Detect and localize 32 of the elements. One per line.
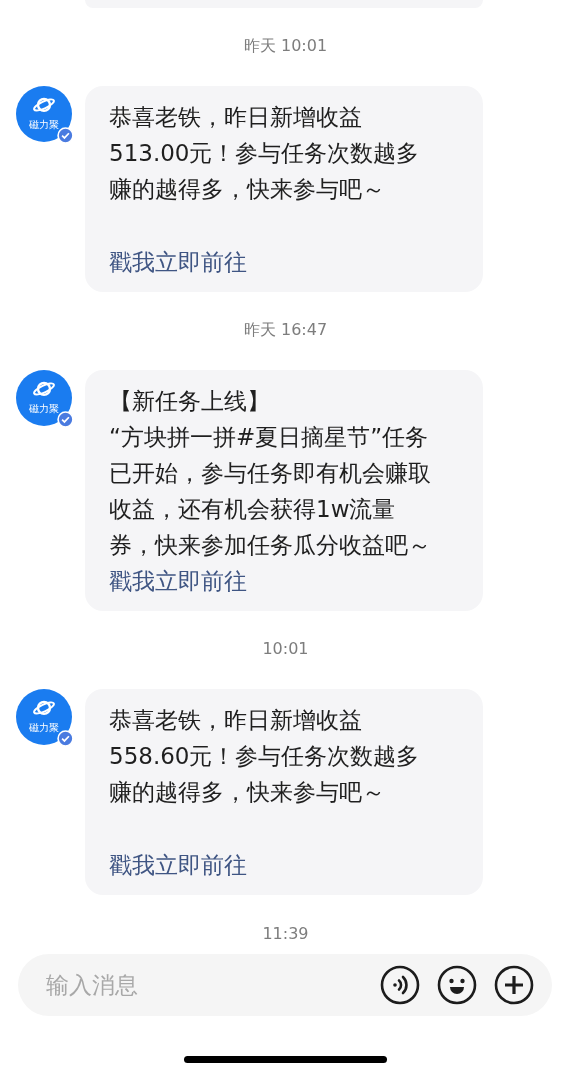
message-text-line: 赚的越得多，快来参与吧～: [109, 175, 385, 204]
timestamp: 昨天 10:01: [243, 36, 328, 56]
message-text-line: 513.00元！参与任务次数越多: [109, 139, 420, 168]
message-link[interactable]: 戳我立即前往: [109, 563, 247, 599]
timestamp: 11:39: [262, 924, 309, 944]
avatar-label: 磁力聚: [29, 722, 59, 734]
verified-icon: [57, 411, 74, 428]
emoji-icon[interactable]: [437, 965, 477, 1005]
message-text-line: 券，快来参加任务瓜分收益吧～: [109, 531, 431, 560]
message-text-line: “方块拼一拼#夏日摘星节”任务: [109, 423, 429, 452]
message-text-line: 收益，还有机会获得1w流量: [109, 495, 396, 524]
voice-icon[interactable]: [380, 965, 420, 1005]
avatar-label: 磁力聚: [29, 403, 59, 415]
verified-icon: [57, 127, 74, 144]
message-link[interactable]: 戳我立即前往: [109, 847, 247, 883]
input-bar[interactable]: 输入消息: [18, 954, 552, 1016]
message-input[interactable]: 输入消息: [44, 971, 363, 999]
verified-icon: [57, 730, 74, 747]
message-text-line: 赚的越得多，快来参与吧～: [109, 778, 385, 807]
timestamp: 昨天 16:47: [243, 320, 328, 340]
plus-icon[interactable]: [494, 965, 534, 1005]
avatar[interactable]: 磁力聚: [16, 370, 72, 426]
avatar[interactable]: 磁力聚: [16, 689, 72, 745]
message-link[interactable]: 戳我立即前往: [109, 244, 247, 280]
message-text-line: 【新任务上线】: [109, 387, 270, 416]
message-text-line: 恭喜老铁，昨日新增收益: [109, 103, 362, 132]
message-text-line: 558.60元！参与任务次数越多: [109, 742, 420, 771]
avatar[interactable]: 磁力聚: [16, 86, 72, 142]
message-text-line: 已开始，参与任务即有机会赚取: [109, 459, 431, 488]
timestamp: 10:01: [262, 639, 309, 659]
avatar-label: 磁力聚: [29, 119, 59, 131]
message-text-line: 恭喜老铁，昨日新增收益: [109, 706, 362, 735]
